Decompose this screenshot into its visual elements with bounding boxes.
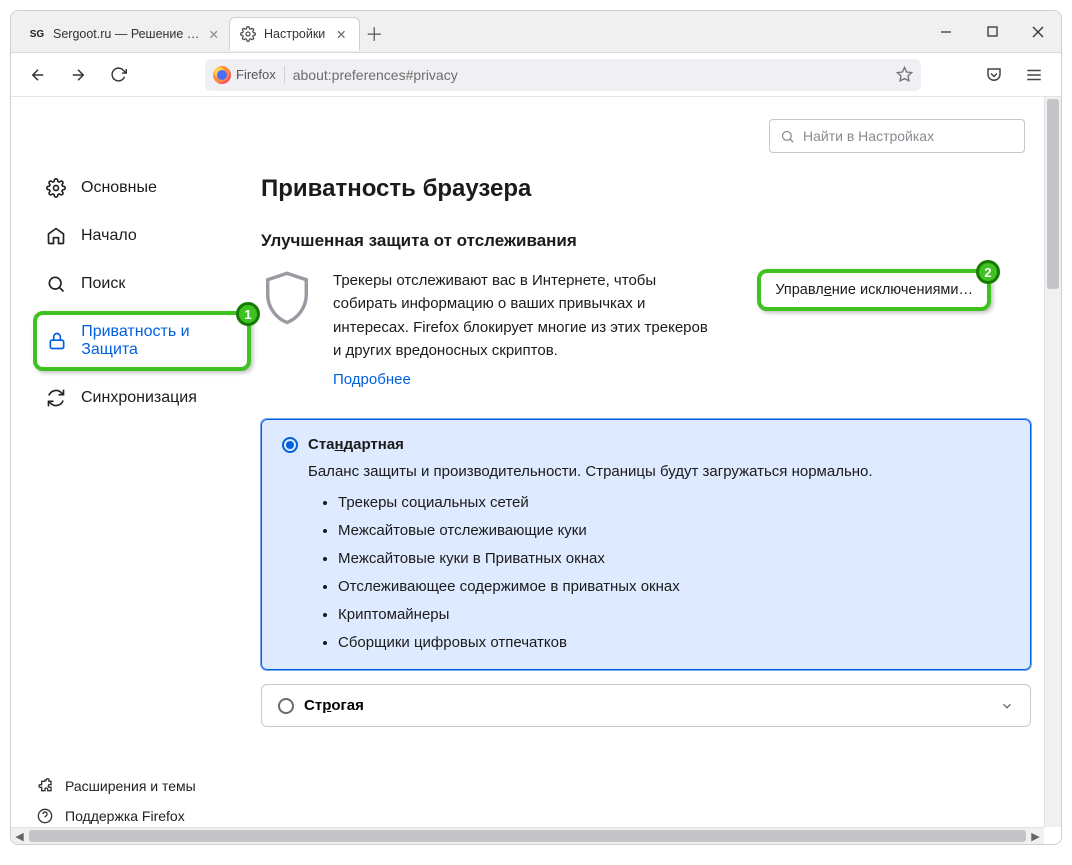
firefox-identity: Firefox — [213, 66, 276, 84]
radio-standard[interactable] — [282, 437, 298, 453]
page-title: Приватность браузера — [261, 175, 1031, 203]
tab-strip: SG Sergoot.ru — Решение ваших ✕ Настройк… — [11, 11, 923, 52]
sync-icon — [45, 387, 67, 409]
sidebar-item-label: Основные — [81, 179, 157, 197]
sidebar-item-label: Приватность и Защита — [81, 323, 237, 359]
tracking-description: Трекеры отслеживают вас в Интернете, что… — [333, 269, 713, 391]
sidebar-item-search[interactable]: Поиск — [33, 263, 251, 305]
forward-button[interactable] — [63, 60, 93, 90]
vertical-scrollbar[interactable] — [1044, 97, 1061, 827]
sidebar-item-sync[interactable]: Синхронизация — [33, 377, 251, 419]
window-minimize-button[interactable] — [923, 11, 969, 53]
sidebar-item-privacy[interactable]: 1 Приватность и Защита — [33, 311, 251, 371]
tab-label: Sergoot.ru — Решение ваших — [53, 27, 201, 41]
list-item: Сборщики цифровых отпечатков — [338, 634, 1010, 651]
window-close-button[interactable] — [1015, 11, 1061, 53]
sidebar-bottom-label: Поддержка Firefox — [65, 808, 185, 824]
scrollbar-thumb[interactable] — [29, 830, 1026, 842]
list-item: Межсайтовые куки в Приватных окнах — [338, 550, 1010, 567]
home-icon — [45, 225, 67, 247]
settings-sidebar: Основные Начало Поиск 1 Приватность и За… — [11, 97, 251, 844]
search-icon — [45, 273, 67, 295]
tracking-heading: Улучшенная защита от отслеживания — [261, 231, 1031, 251]
lock-icon — [47, 330, 67, 352]
window-maximize-button[interactable] — [969, 11, 1015, 53]
sidebar-bottom-label: Расширения и темы — [65, 778, 196, 794]
list-item: Криптомайнеры — [338, 606, 1010, 623]
tab-settings[interactable]: Настройки ✕ — [229, 17, 360, 51]
scrollbar-thumb[interactable] — [1047, 99, 1059, 289]
puzzle-icon — [37, 778, 53, 794]
tab-close-icon[interactable]: ✕ — [333, 26, 349, 42]
settings-search-input[interactable]: Найти в Настройках — [769, 119, 1025, 153]
sidebar-item-label: Синхронизация — [81, 389, 197, 407]
app-menu-button[interactable] — [1019, 60, 1049, 90]
sidebar-item-general[interactable]: Основные — [33, 167, 251, 209]
reload-button[interactable] — [103, 60, 133, 90]
search-icon — [780, 129, 795, 144]
sidebar-support[interactable]: Поддержка Firefox — [37, 808, 251, 824]
sidebar-item-home[interactable]: Начало — [33, 215, 251, 257]
list-item: Трекеры социальных сетей — [338, 494, 1010, 511]
sidebar-item-label: Поиск — [81, 275, 125, 293]
list-item: Межсайтовые отслеживающие куки — [338, 522, 1010, 539]
help-icon — [37, 808, 53, 824]
learn-more-link[interactable]: Подробнее — [333, 368, 411, 391]
gear-icon — [45, 177, 67, 199]
pocket-icon[interactable] — [979, 60, 1009, 90]
nav-toolbar: Firefox about:preferences#privacy — [11, 53, 1061, 97]
option-feature-list: Трекеры социальных сетей Межсайтовые отс… — [338, 494, 1010, 651]
scroll-left-arrow[interactable]: ◀ — [11, 828, 28, 845]
tab-close-icon[interactable]: ✕ — [209, 27, 219, 42]
new-tab-button[interactable]: ＋ — [360, 15, 388, 52]
list-item: Отслеживающее содержимое в приватных окн… — [338, 578, 1010, 595]
sidebar-item-label: Начало — [81, 227, 137, 245]
gear-icon — [240, 26, 256, 42]
manage-exceptions-button[interactable]: 2 Управление исключениями… — [757, 269, 991, 311]
url-bar[interactable]: Firefox about:preferences#privacy — [205, 59, 921, 91]
content-area: Основные Начало Поиск 1 Приватность и За… — [11, 97, 1061, 844]
option-title-strict: Строгая — [304, 697, 364, 714]
chevron-down-icon[interactable] — [1000, 699, 1014, 713]
scroll-right-arrow[interactable]: ▶ — [1027, 828, 1044, 845]
url-text: about:preferences#privacy — [293, 67, 888, 83]
protection-option-strict[interactable]: Строгая — [261, 684, 1031, 727]
radio-strict[interactable] — [278, 698, 294, 714]
option-subtitle: Баланс защиты и производительности. Стра… — [308, 463, 1010, 480]
bookmark-star-icon[interactable] — [896, 66, 913, 83]
favicon-sergoot: SG — [29, 26, 45, 42]
sidebar-extensions[interactable]: Расширения и темы — [37, 778, 251, 794]
tab-sergoot[interactable]: SG Sergoot.ru — Решение ваших ✕ — [19, 17, 229, 51]
protection-option-standard[interactable]: Стандартная Баланс защиты и производител… — [261, 419, 1031, 670]
callout-badge-2: 2 — [976, 260, 1000, 284]
settings-main: Найти в Настройках Приватность браузера … — [251, 97, 1061, 844]
back-button[interactable] — [23, 60, 53, 90]
horizontal-scrollbar[interactable]: ◀ ▶ — [11, 827, 1044, 844]
window-titlebar: SG Sergoot.ru — Решение ваших ✕ Настройк… — [11, 11, 1061, 53]
shield-icon — [261, 269, 313, 329]
search-placeholder: Найти в Настройках — [803, 128, 934, 144]
window-controls — [923, 11, 1061, 53]
option-title-standard: Стандартная — [308, 436, 404, 453]
identity-label: Firefox — [236, 67, 276, 82]
tab-label: Настройки — [264, 27, 325, 41]
firefox-logo-icon — [213, 66, 231, 84]
